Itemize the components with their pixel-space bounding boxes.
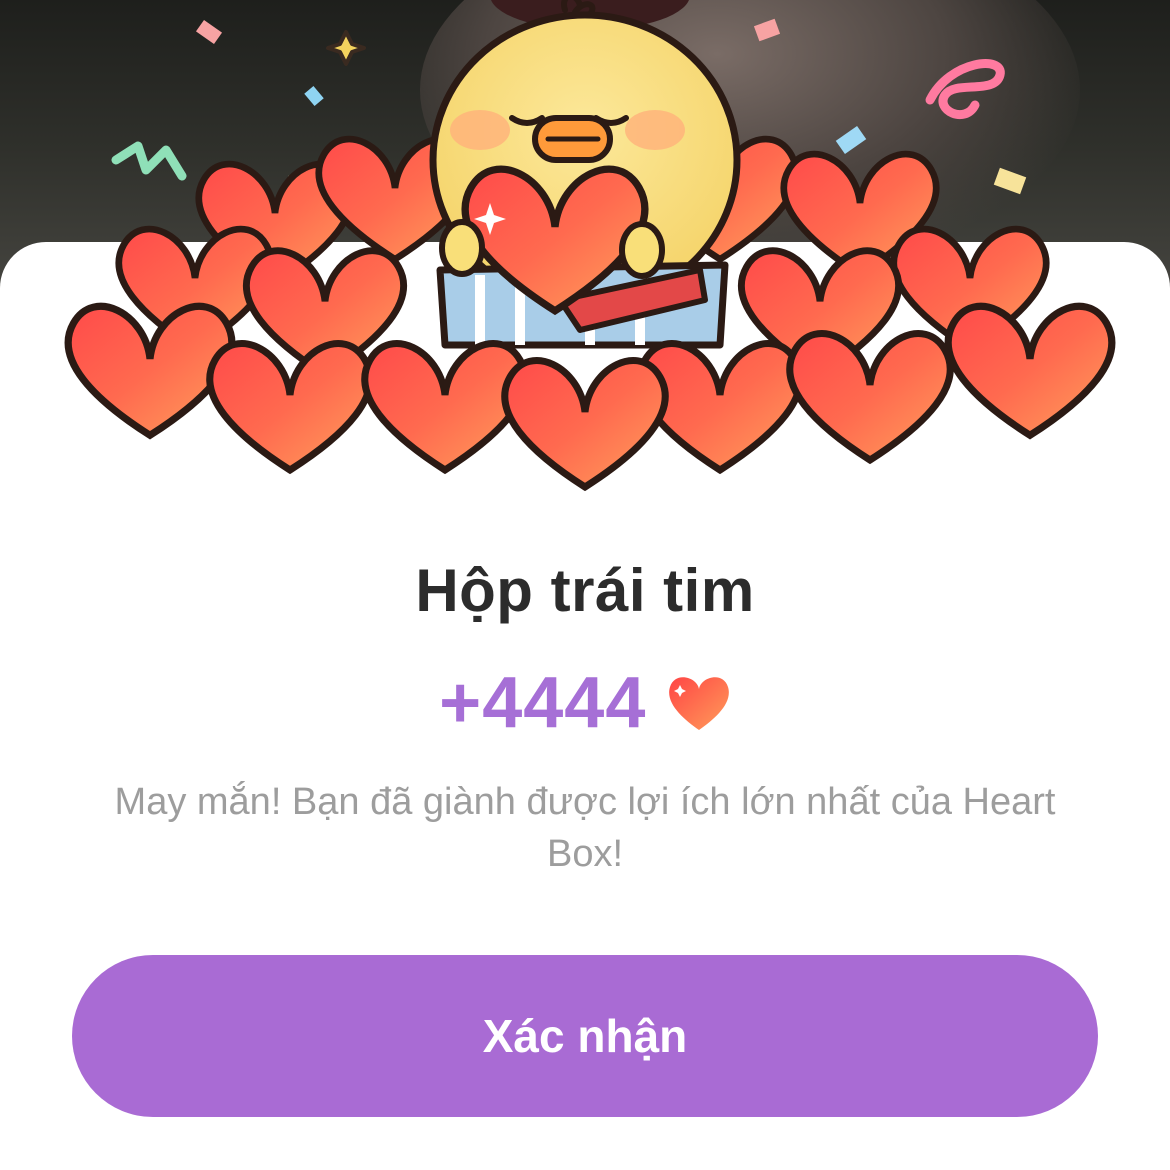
heart-box-illustration <box>0 0 1170 500</box>
reward-row: +4444 <box>0 662 1170 744</box>
sparkle-icon <box>326 30 366 66</box>
dialog-title: Hộp trái tim <box>415 557 755 624</box>
confirm-button[interactable]: Xác nhận <box>72 955 1098 1117</box>
heart-icon <box>210 334 950 487</box>
heart-box-screen: Hộp trái tim +4444 May mắn! Bạn đã giành… <box>0 0 1170 1170</box>
result-message: May mắn! Bạn đã giành được lợi ích lớn n… <box>114 781 1056 875</box>
reward-amount: +4444 <box>439 663 647 743</box>
heart-icon <box>668 677 729 730</box>
